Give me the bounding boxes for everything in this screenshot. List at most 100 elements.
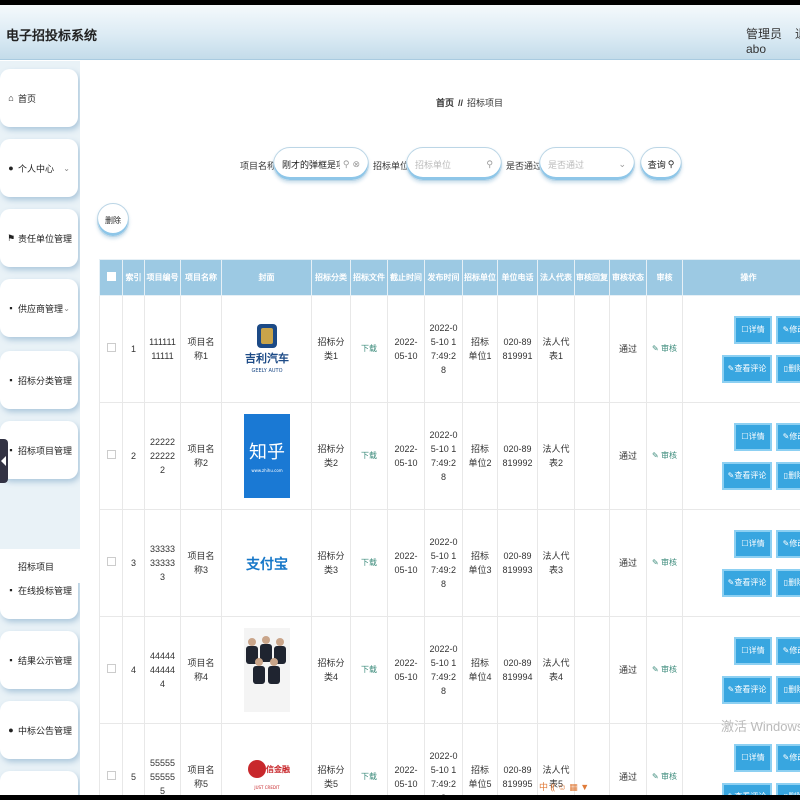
detail-button[interactable]: ☐ 详情: [734, 743, 772, 772]
file-download-link-text[interactable]: 下载: [351, 556, 387, 570]
audit-link[interactable]: ✎ 审核: [652, 558, 677, 567]
row-checkbox[interactable]: [106, 664, 116, 673]
user-menu[interactable]: 管理员 abo: [746, 25, 800, 56]
row-select-cell[interactable]: [99, 402, 123, 510]
person-head: [269, 658, 278, 666]
file-download-link[interactable]: 下载: [350, 295, 388, 403]
select-all-checkbox[interactable]: [106, 272, 116, 281]
detail-button[interactable]: ☐ 详情: [734, 636, 772, 665]
delete-button[interactable]: ▯ 删除: [776, 782, 800, 796]
row-actions: ☐ 详情✎ 修改✎ 查看评论▯ 删除: [683, 315, 800, 383]
delete-button[interactable]: ▯ 删除: [776, 568, 800, 597]
sidebar-item-bid-category[interactable]: ▪ 招标分类管理 ⌄: [0, 351, 78, 409]
select-all-header[interactable]: [99, 259, 123, 296]
view-comments-button[interactable]: ✎ 查看评论: [722, 782, 772, 795]
view-comments-button[interactable]: ✎ 查看评论: [722, 568, 772, 597]
audit-link[interactable]: ✎ 审核: [652, 344, 677, 353]
clear-icon[interactable]: ⊗: [352, 159, 360, 170]
deadline-cell-text: 2022-05-10: [394, 551, 418, 575]
column-header: 招标分类: [311, 259, 351, 296]
audit-cell[interactable]: ✎ 审核: [646, 402, 683, 510]
edit-button[interactable]: ✎ 修改: [776, 529, 800, 558]
audit-link[interactable]: ✎ 审核: [652, 451, 677, 460]
delete-button-label: 删除: [788, 790, 800, 796]
audit-cell[interactable]: ✎ 审核: [646, 616, 683, 724]
breadcrumb-home[interactable]: 首页: [436, 98, 454, 108]
sidebar-item-supplier[interactable]: ▪ 供应商管理 ⌄: [0, 279, 78, 337]
ime-toolbar[interactable]: 中 ⸨ ☺ ▦ ▼: [539, 780, 589, 793]
edit-button[interactable]: ✎ 修改: [776, 743, 800, 772]
file-download-link-text[interactable]: 下载: [351, 449, 387, 463]
sidebar-item-personal-center[interactable]: ● 个人中心 ⌄: [0, 139, 78, 197]
row-select-cell[interactable]: [99, 295, 123, 403]
pass-select[interactable]: 是否通过 ⌄: [539, 147, 635, 181]
query-button[interactable]: 查询 ⚲: [640, 147, 682, 181]
delete-button-label: 删除: [788, 363, 800, 373]
code-cell-text: 33333333333: [149, 544, 176, 582]
phone-cell-text: 020-89819995: [502, 765, 533, 789]
audit-link[interactable]: ✎ 审核: [652, 772, 677, 781]
edit-button[interactable]: ✎ 修改: [776, 315, 800, 344]
sidebar-item-responsible-unit[interactable]: ⚑ 责任单位管理 ⌄: [0, 209, 78, 267]
audit-cell[interactable]: ✎ 审核: [646, 723, 683, 795]
sidebar-item-market-supervision[interactable]: ▪市场监督管理⌄: [0, 771, 78, 795]
row-select-cell[interactable]: [99, 509, 123, 617]
audit-cell[interactable]: ✎ 审核: [646, 509, 683, 617]
file-download-link[interactable]: 下载: [350, 723, 388, 795]
row-select-cell[interactable]: [99, 616, 123, 724]
row-actions: ☐ 详情✎ 修改✎ 查看评论▯ 删除: [683, 636, 800, 704]
sidebar-collapse-handle[interactable]: [0, 439, 8, 483]
file-download-link-text[interactable]: 下载: [351, 770, 387, 784]
sidebar-subitem-bid-project[interactable]: 招标项目: [0, 549, 80, 583]
code-cell-text: 44444444444: [149, 651, 176, 689]
file-download-link-text[interactable]: 下载: [351, 342, 387, 356]
sidebar-item-bid-project[interactable]: ▪ 招标项目管理 ⌄: [0, 421, 78, 479]
home-icon: ⌂: [8, 93, 14, 103]
cover-cell: [221, 616, 312, 724]
view-comments-button[interactable]: ✎ 查看评论: [722, 354, 772, 383]
view-comments-button[interactable]: ✎ 查看评论: [722, 675, 772, 704]
file-download-link[interactable]: 下载: [350, 509, 388, 617]
flag-icon: ⚑: [6, 232, 16, 243]
project-name-input[interactable]: 刚才的弹框是项目的| ⚲ ⊗: [273, 147, 369, 181]
batch-delete-button[interactable]: 删除: [97, 203, 129, 237]
row-checkbox[interactable]: [106, 450, 116, 459]
detail-button-label: 详情: [748, 645, 765, 655]
delete-button[interactable]: ▯ 删除: [776, 461, 800, 490]
audit-cell[interactable]: ✎ 审核: [646, 295, 683, 403]
detail-button[interactable]: ☐ 详情: [734, 315, 772, 344]
delete-button[interactable]: ▯ 删除: [776, 354, 800, 383]
file-download-link[interactable]: 下载: [350, 616, 388, 724]
cover-cell: 支付宝: [221, 509, 312, 617]
edit-button[interactable]: ✎ 修改: [776, 636, 800, 665]
row-checkbox[interactable]: [106, 771, 116, 780]
edit-button[interactable]: ✎ 修改: [776, 422, 800, 451]
audit-link[interactable]: ✎ 审核: [652, 665, 677, 674]
view-comments-button[interactable]: ✎ 查看评论: [722, 461, 772, 490]
grid-icon: ▪: [9, 655, 13, 665]
row-checkbox[interactable]: [106, 343, 116, 352]
file-download-link[interactable]: 下载: [350, 402, 388, 510]
deadline-cell-text: 2022-05-10: [394, 658, 418, 682]
row-select-cell[interactable]: [99, 723, 123, 795]
sidebar-item-winning-notice[interactable]: ● 中标公告管理 ⌄: [0, 701, 78, 759]
detail-button[interactable]: ☐ 详情: [734, 529, 772, 558]
sidebar-item-home[interactable]: ⌂ 首页: [0, 69, 78, 127]
name-cell-text: 项目名称5: [187, 765, 215, 789]
row-checkbox[interactable]: [106, 557, 116, 566]
code-cell-text: 22222222222: [149, 437, 176, 475]
detail-button[interactable]: ☐ 详情: [734, 422, 772, 451]
file-download-link-text[interactable]: 下载: [351, 663, 387, 677]
rep-cell-text: 法人代表3: [542, 551, 570, 575]
name-cell: 项目名称3: [180, 509, 222, 617]
logout-link[interactable]: 退: [795, 25, 800, 42]
code-cell: 44444444444: [144, 616, 181, 724]
bid-unit-input[interactable]: 招标单位 ⚲: [406, 147, 502, 181]
sidebar-item-result-notice[interactable]: ▪ 结果公示管理 ⌄: [0, 631, 78, 689]
sidebar-item-label: 供应商管理: [18, 303, 64, 314]
view-comments-button-label: 查看评论: [734, 684, 767, 694]
column-header: 招标单位: [462, 259, 498, 296]
view-comments-button-label: 查看评论: [734, 577, 767, 587]
delete-button[interactable]: ▯ 删除: [776, 675, 800, 704]
unit-cell-text: 招标单位2: [468, 444, 492, 468]
